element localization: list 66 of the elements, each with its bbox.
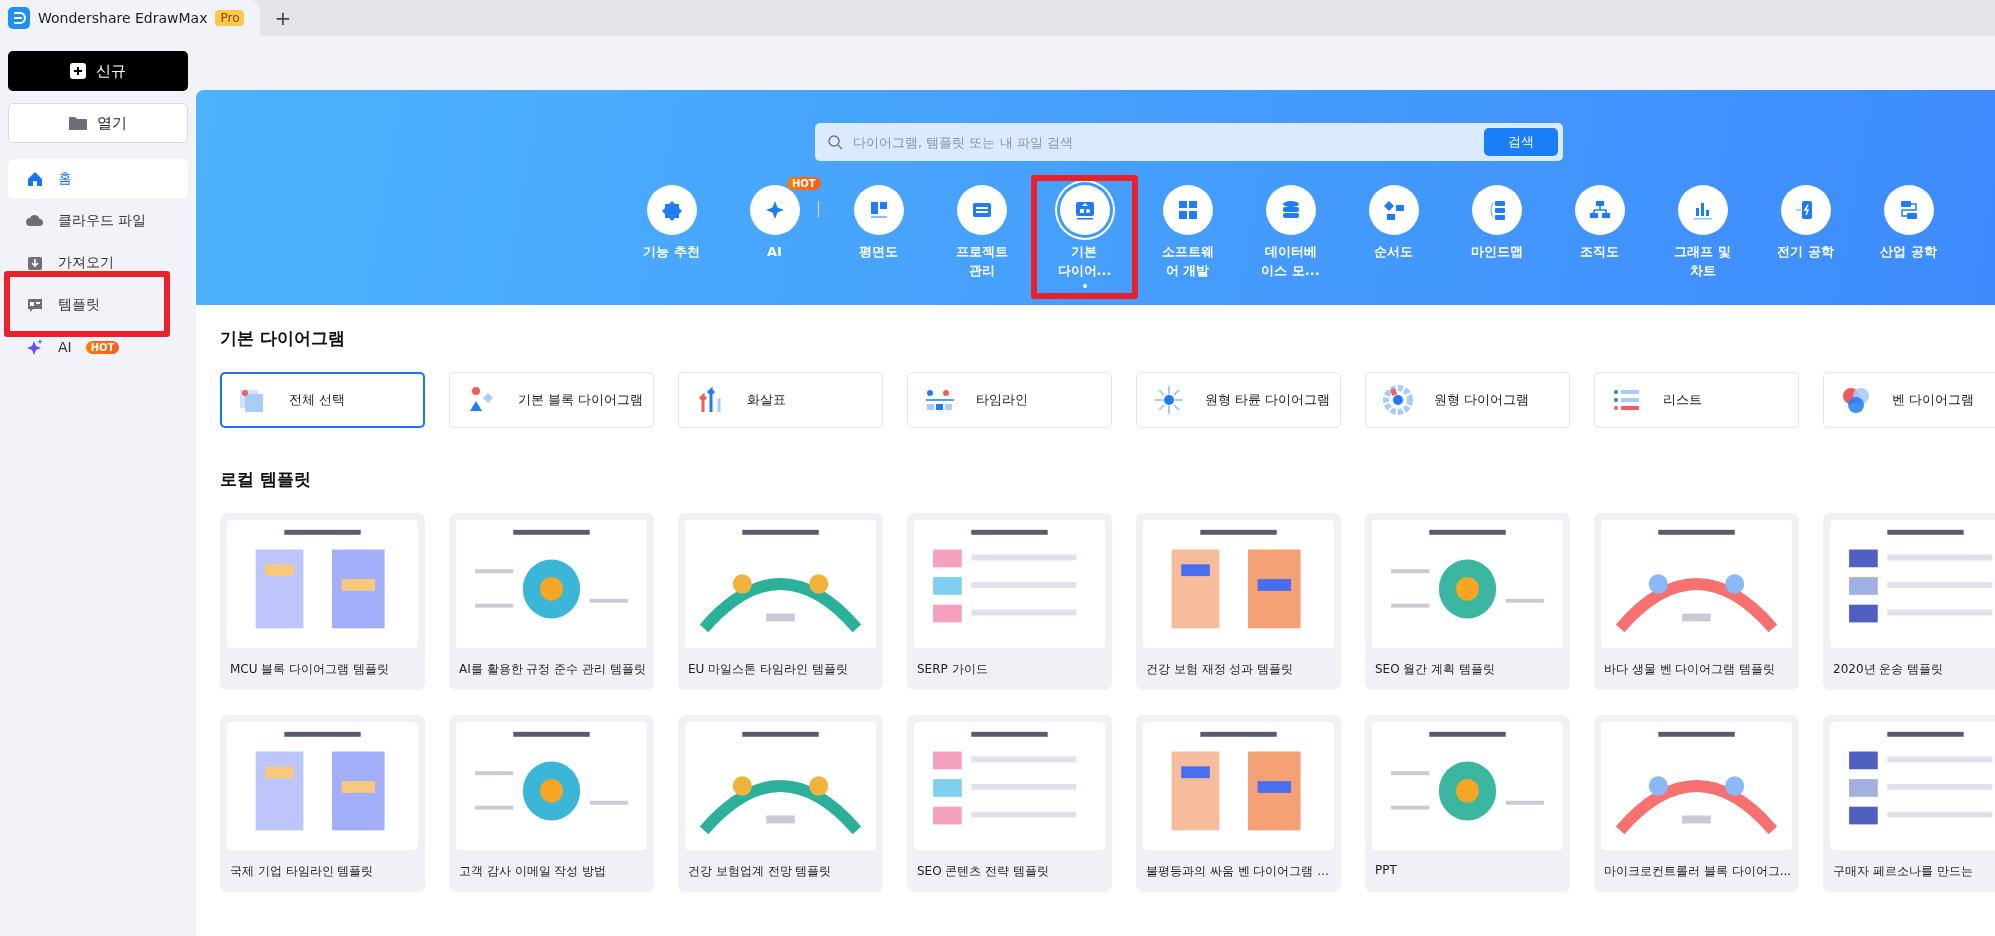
app-title: Wondershare EdrawMax — [38, 10, 208, 26]
template-name: 마이크로컨트롤러 블록 다이어그... — [1603, 863, 1792, 880]
template-card[interactable]: 건강 보험업계 전망 템플릿 — [678, 715, 883, 892]
chat-icon — [26, 296, 44, 314]
template-name: 불평등과의 싸움 벤 다이어그램 ... — [1145, 863, 1330, 880]
open-button[interactable]: 열기 — [8, 103, 188, 143]
template-name: SERP 가이드 — [916, 661, 989, 678]
search-field[interactable]: 다이어그램, 템플릿 또는 내 파일 검색 검색 — [815, 123, 1563, 161]
template-card[interactable]: 바다 생물 벤 다이어그램 템플릿 — [1594, 513, 1799, 690]
hot-badge: HOT — [85, 340, 120, 354]
diagram-type-button[interactable]: 리스트 — [1594, 372, 1799, 428]
sidebar-item[interactable]: AI HOT — [8, 327, 188, 367]
template-card[interactable]: AI를 활용한 규정 준수 관리 템플릿 — [449, 513, 654, 690]
template-card[interactable]: SERP 가이드 — [907, 513, 1112, 690]
template-name: AI를 활용한 규정 준수 관리 템플릿 — [458, 661, 647, 678]
template-name: PPT — [1374, 862, 1398, 877]
diagram-type-button[interactable]: 원형 다이어그램 — [1365, 372, 1570, 428]
ring-icon — [1382, 384, 1414, 416]
sidebar-item[interactable]: 가져오기 — [8, 243, 188, 283]
template-card[interactable]: PPT — [1365, 715, 1570, 892]
new-tab-button[interactable]: + — [260, 6, 306, 30]
template-name: 국제 기업 타임라인 템플릿 — [229, 863, 375, 880]
template-card[interactable]: 국제 기업 타임라인 템플릿 — [220, 715, 425, 892]
diagram-type-button[interactable]: 원형 타륜 다이어그램 — [1136, 372, 1341, 428]
plus-icon — [70, 63, 86, 79]
template-card[interactable]: EU 마일스톤 타임라인 템플릿 — [678, 513, 883, 690]
app-logo-icon — [8, 7, 30, 29]
sidebar-item[interactable]: 템플릿 — [8, 285, 188, 325]
template-name: 2020년 운송 템플릿 — [1832, 661, 1945, 678]
template-name: SEO 콘텐츠 전략 템플릿 — [916, 863, 1051, 880]
section-title: 기본 다이어그램 — [219, 327, 346, 350]
template-name: 건강 보험업계 전망 템플릿 — [687, 863, 833, 880]
diagram-type-button[interactable]: 벤 다이어그램 — [1823, 372, 1995, 428]
diagram-type-button[interactable]: 타임라인 — [907, 372, 1112, 428]
template-name: EU 마일스톤 타임라인 템플릿 — [687, 661, 849, 678]
diagram-type-button[interactable]: 전체 선택 — [220, 372, 425, 428]
hub-icon — [1153, 384, 1185, 416]
template-card[interactable]: 불평등과의 싸움 벤 다이어그램 ... — [1136, 715, 1341, 892]
folder-icon — [69, 115, 87, 131]
new-button[interactable]: 신규 — [8, 51, 188, 91]
template-card[interactable]: SEO 콘텐츠 전략 템플릿 — [907, 715, 1112, 892]
diagram-type-button[interactable]: 화살표 — [678, 372, 883, 428]
search-button[interactable]: 검색 — [1484, 128, 1558, 156]
template-name: SEO 월간 계획 템플릿 — [1374, 661, 1497, 678]
template-name: MCU 블록 다이어그램 템플릿 — [229, 661, 390, 678]
hot-badge: HOT — [787, 177, 821, 190]
diagram-type-button[interactable]: 기본 블록 다이어그램 — [449, 372, 654, 428]
template-name: 구매자 페르소나를 만드는 — [1832, 863, 1974, 880]
sidebar-item[interactable]: 홈 — [8, 159, 188, 199]
template-name: 건강 보험 재정 성과 템플릿 — [1145, 661, 1295, 678]
template-card[interactable]: 고객 감사 이메일 작성 방법 — [449, 715, 654, 892]
template-card[interactable]: SEO 월간 계획 템플릿 — [1365, 513, 1570, 690]
pro-badge: Pro — [215, 10, 245, 26]
template-card[interactable]: MCU 블록 다이어그램 템플릿 — [220, 513, 425, 690]
template-card[interactable]: 구매자 페르소나를 만드는 — [1823, 715, 1995, 892]
template-card[interactable]: 건강 보험 재정 성과 템플릿 — [1136, 513, 1341, 690]
template-name: 고객 감사 이메일 작성 방법 — [458, 863, 608, 880]
sidebar-item[interactable]: 클라우드 파일 — [8, 201, 188, 241]
template-name: 바다 생물 벤 다이어그램 템플릿 — [1603, 661, 1777, 678]
search-icon — [827, 134, 843, 150]
template-card[interactable]: 마이크로컨트롤러 블록 다이어그... — [1594, 715, 1799, 892]
section-title: 로컬 템플릿 — [219, 468, 312, 491]
download-icon — [26, 254, 44, 272]
template-card[interactable]: 2020년 운송 템플릿 — [1823, 513, 1995, 690]
sparkle-icon — [26, 338, 44, 356]
home-icon — [26, 170, 44, 188]
